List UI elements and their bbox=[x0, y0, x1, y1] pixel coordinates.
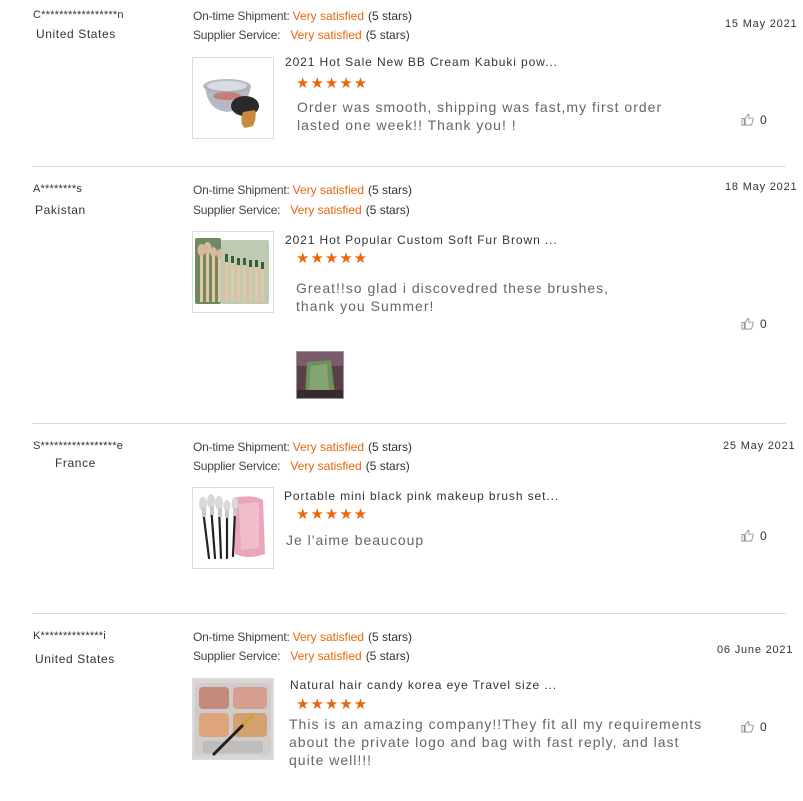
supplier-value: Very satisfied bbox=[290, 28, 362, 42]
review-divider bbox=[32, 423, 786, 424]
shipment-rating: On-time Shipment: Very satisfied (5 stars) bbox=[193, 630, 412, 646]
product-thumbnail[interactable] bbox=[192, 57, 274, 139]
supplier-stars: (5 stars) bbox=[365, 28, 410, 42]
rating-stars: ★★★★★ bbox=[296, 506, 369, 523]
rating-stars: ★★★★★ bbox=[296, 696, 369, 713]
buyer-name: A********s bbox=[33, 183, 83, 195]
shipment-label: On-time Shipment: bbox=[193, 440, 290, 454]
like-count: 0 bbox=[760, 317, 767, 331]
supplier-rating: Supplier Service: Very satisfied (5 stars) bbox=[193, 459, 410, 475]
shipment-rating: On-time Shipment: Very satisfied (5 stars) bbox=[193, 440, 412, 456]
review-date: 25 May 2021 bbox=[723, 440, 796, 452]
supplier-label: Supplier Service: bbox=[193, 28, 281, 42]
thumbs-up-icon bbox=[741, 529, 754, 542]
rating-stars: ★★★★★ bbox=[296, 75, 369, 92]
shipment-stars: (5 stars) bbox=[368, 9, 413, 23]
product-thumbnail[interactable] bbox=[192, 487, 274, 569]
supplier-rating: Supplier Service: Very satisfied (5 stars) bbox=[193, 649, 410, 665]
shipment-label: On-time Shipment: bbox=[193, 630, 290, 644]
supplier-stars: (5 stars) bbox=[365, 459, 410, 473]
review-comment: Great!!so glad i discovedred these brush… bbox=[296, 280, 610, 314]
thumbs-up-icon bbox=[741, 317, 754, 330]
shipment-stars: (5 stars) bbox=[368, 630, 413, 644]
shipment-value: Very satisfied bbox=[292, 440, 365, 454]
review-date: 18 May 2021 bbox=[725, 181, 798, 193]
product-title[interactable]: Portable mini black pink makeup brush se… bbox=[284, 489, 559, 503]
product-title[interactable]: 2021 Hot Sale New BB Cream Kabuki pow... bbox=[285, 55, 558, 69]
product-thumbnail[interactable] bbox=[192, 231, 274, 313]
supplier-label: Supplier Service: bbox=[193, 459, 281, 473]
supplier-stars: (5 stars) bbox=[365, 203, 410, 217]
supplier-label: Supplier Service: bbox=[193, 203, 281, 217]
buyer-name: K**************i bbox=[33, 630, 106, 642]
shipment-label: On-time Shipment: bbox=[193, 9, 290, 23]
like-button[interactable]: 0 bbox=[741, 720, 767, 734]
buyer-country: France bbox=[55, 456, 96, 470]
supplier-value: Very satisfied bbox=[290, 649, 362, 663]
eyeshadow-palette-image bbox=[193, 679, 273, 759]
brush-bag-photo bbox=[297, 352, 343, 398]
product-title[interactable]: 2021 Hot Popular Custom Soft Fur Brown .… bbox=[285, 233, 558, 247]
shipment-value: Very satisfied bbox=[292, 630, 365, 644]
like-button[interactable]: 0 bbox=[741, 317, 767, 331]
supplier-rating: Supplier Service: Very satisfied (5 stars) bbox=[193, 203, 410, 219]
buyer-country: United States bbox=[36, 27, 116, 41]
review-comment: This is an amazing company!!They fit all… bbox=[289, 716, 703, 768]
buyer-name: C*****************n bbox=[33, 9, 124, 21]
review-date: 06 June 2021 bbox=[717, 644, 794, 656]
review-divider bbox=[32, 166, 786, 167]
supplier-value: Very satisfied bbox=[290, 459, 362, 473]
shipment-label: On-time Shipment: bbox=[193, 183, 290, 197]
supplier-stars: (5 stars) bbox=[365, 649, 410, 663]
review-comment: Je l'aime beaucoup bbox=[286, 532, 425, 548]
like-count: 0 bbox=[760, 529, 767, 543]
brush-set-image bbox=[193, 232, 273, 312]
shipment-stars: (5 stars) bbox=[368, 183, 413, 197]
review-comment: Order was smooth, shipping was fast,my f… bbox=[297, 99, 663, 133]
black-pink-brush-set-image bbox=[193, 488, 273, 568]
rating-stars: ★★★★★ bbox=[296, 250, 369, 267]
like-button[interactable]: 0 bbox=[741, 529, 767, 543]
thumbs-up-icon bbox=[741, 113, 754, 126]
like-count: 0 bbox=[760, 720, 767, 734]
kabuki-brush-image bbox=[193, 58, 273, 138]
shipment-value: Very satisfied bbox=[292, 183, 365, 197]
review-photo[interactable] bbox=[296, 351, 344, 399]
product-title[interactable]: Natural hair candy korea eye Travel size… bbox=[290, 678, 557, 692]
shipment-rating: On-time Shipment: Very satisfied (5 stars) bbox=[193, 183, 412, 199]
supplier-label: Supplier Service: bbox=[193, 649, 281, 663]
buyer-country: Pakistan bbox=[35, 203, 86, 217]
review-date: 15 May 2021 bbox=[725, 18, 798, 30]
review-divider bbox=[32, 613, 786, 614]
like-count: 0 bbox=[760, 113, 767, 127]
shipment-value: Very satisfied bbox=[292, 9, 365, 23]
supplier-rating: Supplier Service: Very satisfied (5 stars) bbox=[193, 28, 410, 44]
shipment-stars: (5 stars) bbox=[368, 440, 413, 454]
shipment-rating: On-time Shipment: Very satisfied (5 stars) bbox=[193, 9, 412, 25]
thumbs-up-icon bbox=[741, 720, 754, 733]
supplier-value: Very satisfied bbox=[290, 203, 362, 217]
like-button[interactable]: 0 bbox=[741, 113, 767, 127]
buyer-name: S*****************e bbox=[33, 440, 124, 452]
buyer-country: United States bbox=[35, 652, 115, 666]
product-thumbnail[interactable] bbox=[192, 678, 274, 760]
